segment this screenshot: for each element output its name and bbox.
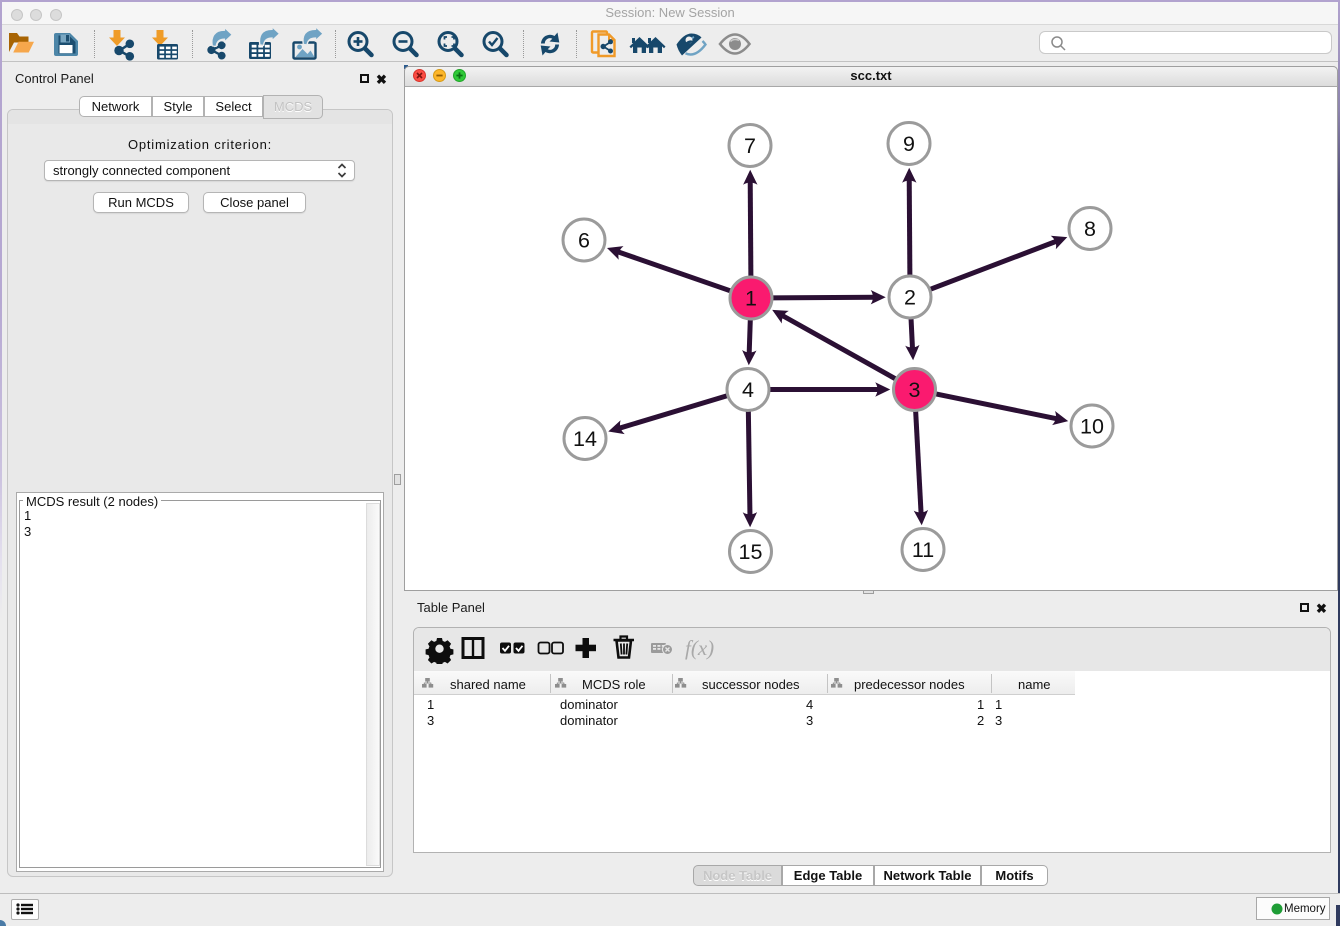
svg-text:7: 7 bbox=[744, 134, 756, 158]
svg-text:2: 2 bbox=[904, 286, 916, 310]
svg-text:8: 8 bbox=[1084, 217, 1096, 241]
svg-text:15: 15 bbox=[739, 540, 763, 564]
svg-text:3: 3 bbox=[909, 378, 921, 402]
svg-text:f(x): f(x) bbox=[685, 636, 714, 660]
svg-text:9: 9 bbox=[903, 132, 915, 156]
svg-text:6: 6 bbox=[578, 229, 590, 253]
svg-text:10: 10 bbox=[1080, 415, 1104, 439]
svg-text:4: 4 bbox=[742, 378, 754, 402]
svg-text:11: 11 bbox=[912, 538, 934, 562]
svg-text:14: 14 bbox=[573, 427, 597, 451]
svg-text:1: 1 bbox=[745, 287, 757, 311]
